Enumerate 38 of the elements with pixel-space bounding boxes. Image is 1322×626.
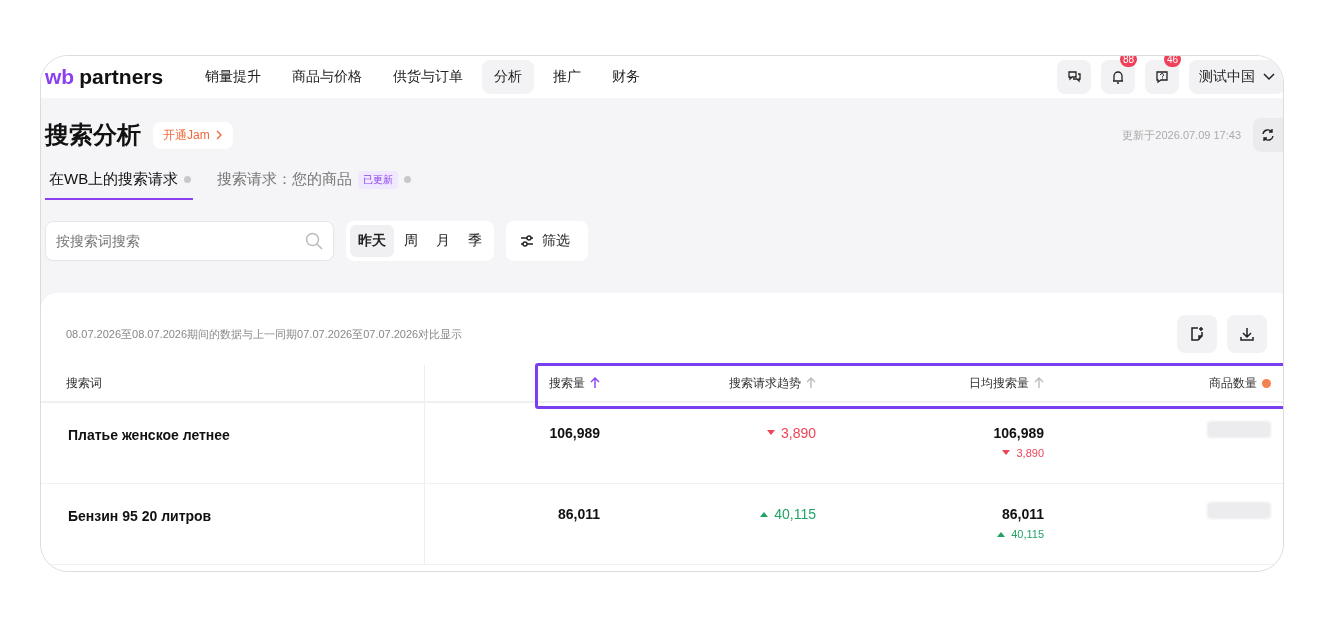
search-term-cell-text: Бензин 95 20 литров <box>68 507 212 524</box>
search-volume-cell: 86,011 <box>557 506 600 522</box>
search-term-cell-text: Платье женское летнее <box>68 426 230 443</box>
logo-mark[interactable]: wb <box>45 65 75 89</box>
tab[interactable]: 搜索请求：您的商品 已更新 <box>213 162 414 200</box>
period-option[interactable]: 月 <box>428 225 458 257</box>
page-title: 搜索分析 <box>45 120 141 150</box>
comparison-caption: 08.07.2026至08.07.2026期间的数据与上一同期07.07.2026至07.07.2026对比显示 <box>66 326 463 342</box>
nav-item[interactable]: 推广 <box>541 60 594 94</box>
last-updated-text: 更新于2026.07.09 17:43 <box>1122 127 1241 143</box>
nav-item[interactable]: 供货与订单 <box>381 60 476 94</box>
column-header: 商品数量 <box>1209 374 1257 392</box>
account-menu-button[interactable]: 测试中国 <box>1189 60 1283 94</box>
nav-item[interactable]: 销量提升 <box>193 60 274 94</box>
filter-button[interactable]: 筛选 <box>506 221 588 261</box>
trend-value: 40,115 <box>997 528 1044 540</box>
logo-text[interactable]: partners <box>79 65 164 89</box>
column-header[interactable]: 搜索量 <box>549 374 585 392</box>
tab[interactable]: 在WB上的搜索请求 <box>45 162 194 200</box>
updated-badge: 已更新 <box>358 170 399 189</box>
nav-item[interactable]: 分析 <box>482 60 535 94</box>
column-header[interactable]: 搜索请求趋势 <box>729 374 801 392</box>
search-volume-cell: 106,989 <box>549 425 600 441</box>
search-field[interactable]: 按搜索词搜索 <box>45 221 334 261</box>
column-header[interactable]: 日均搜索量 <box>969 374 1029 392</box>
daily-volume-cell: 86,011 <box>1001 506 1044 522</box>
column-header: 搜索词 <box>66 374 102 392</box>
trend-value: 3,890 <box>1002 447 1044 459</box>
trend-value: 40,115 <box>760 506 816 522</box>
message-count-badge: 46 <box>1163 56 1181 67</box>
trend-value: 3,890 <box>766 425 816 441</box>
nav-item[interactable]: 商品与价格 <box>280 60 375 94</box>
period-option[interactable]: 昨天 <box>350 225 394 257</box>
period-option[interactable]: 周 <box>396 225 426 257</box>
notification-count-badge: 88 <box>1119 56 1137 67</box>
daily-volume-cell: 106,989 <box>993 425 1044 441</box>
period-option[interactable]: 季 <box>460 225 490 257</box>
nav-item[interactable]: 财务 <box>600 60 653 94</box>
